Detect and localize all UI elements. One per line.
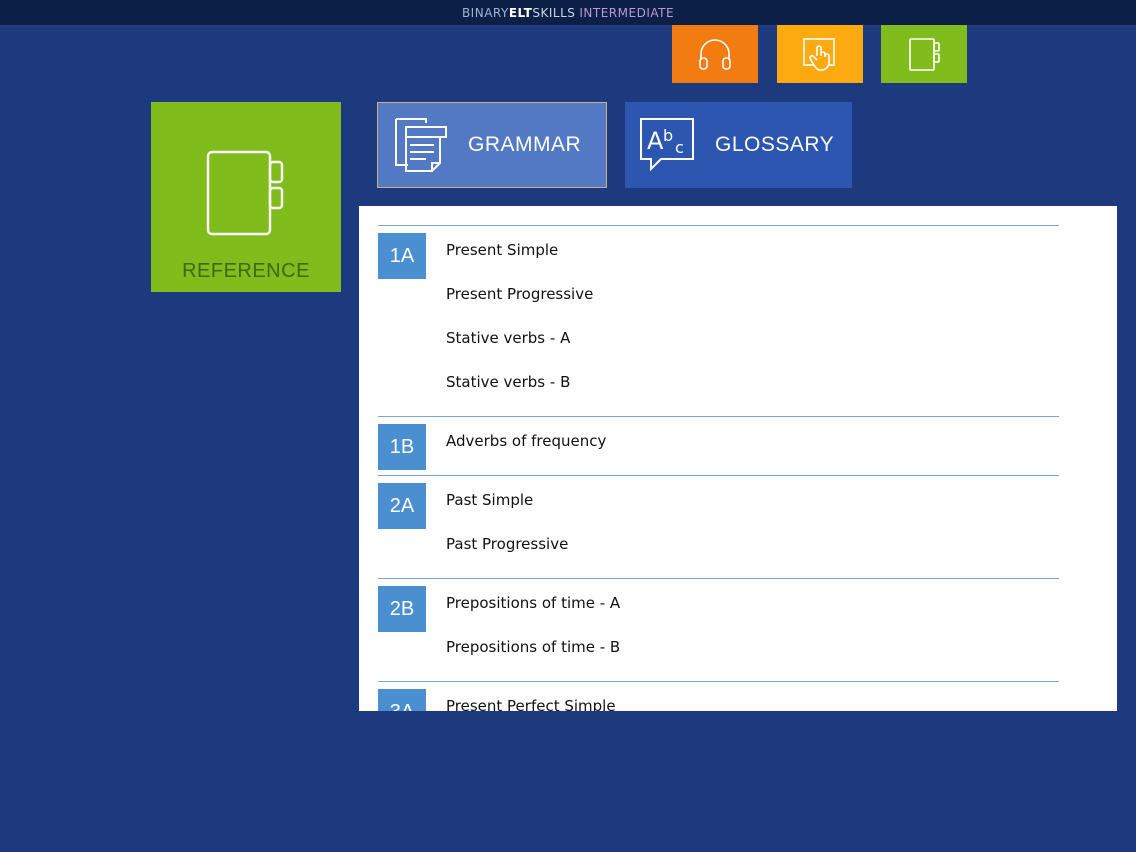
grammar-topic-list[interactable]: 1A Present Simple Present Progressive St… [359,206,1117,711]
abc-speech-icon: A b c [640,118,694,172]
touch-screen-icon [803,38,835,71]
unit-badge: 1B [378,424,426,470]
unit-1a: 1A Present Simple Present Progressive St… [378,225,1059,416]
brand-skills: SKILLS [532,5,576,20]
list-item[interactable]: Present Perfect Simple [378,684,1059,711]
app-title-bar: BINARY ELT SKILLS INTERMEDIATE [0,0,1136,25]
listening-mode-button[interactable] [672,25,758,83]
list-item[interactable]: Prepositions of time - B [378,625,1059,669]
list-item[interactable]: Prepositions of time - A [378,581,1059,625]
list-item[interactable]: Present Progressive [378,272,1059,316]
tab-grammar-label: GRAMMAR [468,133,582,156]
reference-mode-button[interactable] [881,25,967,83]
headphones-icon [699,39,731,70]
brand-level: INTERMEDIATE [579,5,675,20]
svg-text:c: c [675,138,684,157]
svg-text:A: A [647,127,664,155]
unit-1b: 1B Adverbs of frequency [378,416,1059,475]
unit-badge: 2B [378,586,426,632]
reference-section-tile[interactable]: REFERENCE [151,102,341,292]
unit-2a: 2A Past Simple Past Progressive [378,475,1059,578]
list-item[interactable]: Past Simple [378,478,1059,522]
list-item[interactable]: Stative verbs - B [378,360,1059,404]
list-item[interactable]: Stative verbs - A [378,316,1059,360]
practice-mode-button[interactable] [777,25,863,83]
svg-text:b: b [663,126,674,145]
notebook-icon [909,38,940,71]
unit-3a: 3A Present Perfect Simple [378,681,1059,711]
unit-badge: 3A [378,689,426,711]
tab-glossary[interactable]: A b c GLOSSARY [625,102,852,188]
brand-elt: ELT [508,5,533,20]
tab-grammar[interactable]: GRAMMAR [377,102,607,188]
list-item[interactable]: Adverbs of frequency [378,419,1059,463]
tab-glossary-label: GLOSSARY [715,133,835,156]
reference-label: REFERENCE [182,260,310,282]
unit-badge: 2A [378,483,426,529]
list-item[interactable]: Past Progressive [378,522,1059,566]
document-icon [395,118,447,172]
unit-badge: 1A [378,233,426,279]
list-item[interactable]: Present Simple [378,228,1059,272]
brand-binary: BINARY [461,5,509,20]
notebook-icon [206,150,284,236]
unit-2b: 2B Prepositions of time - A Prepositions… [378,578,1059,681]
